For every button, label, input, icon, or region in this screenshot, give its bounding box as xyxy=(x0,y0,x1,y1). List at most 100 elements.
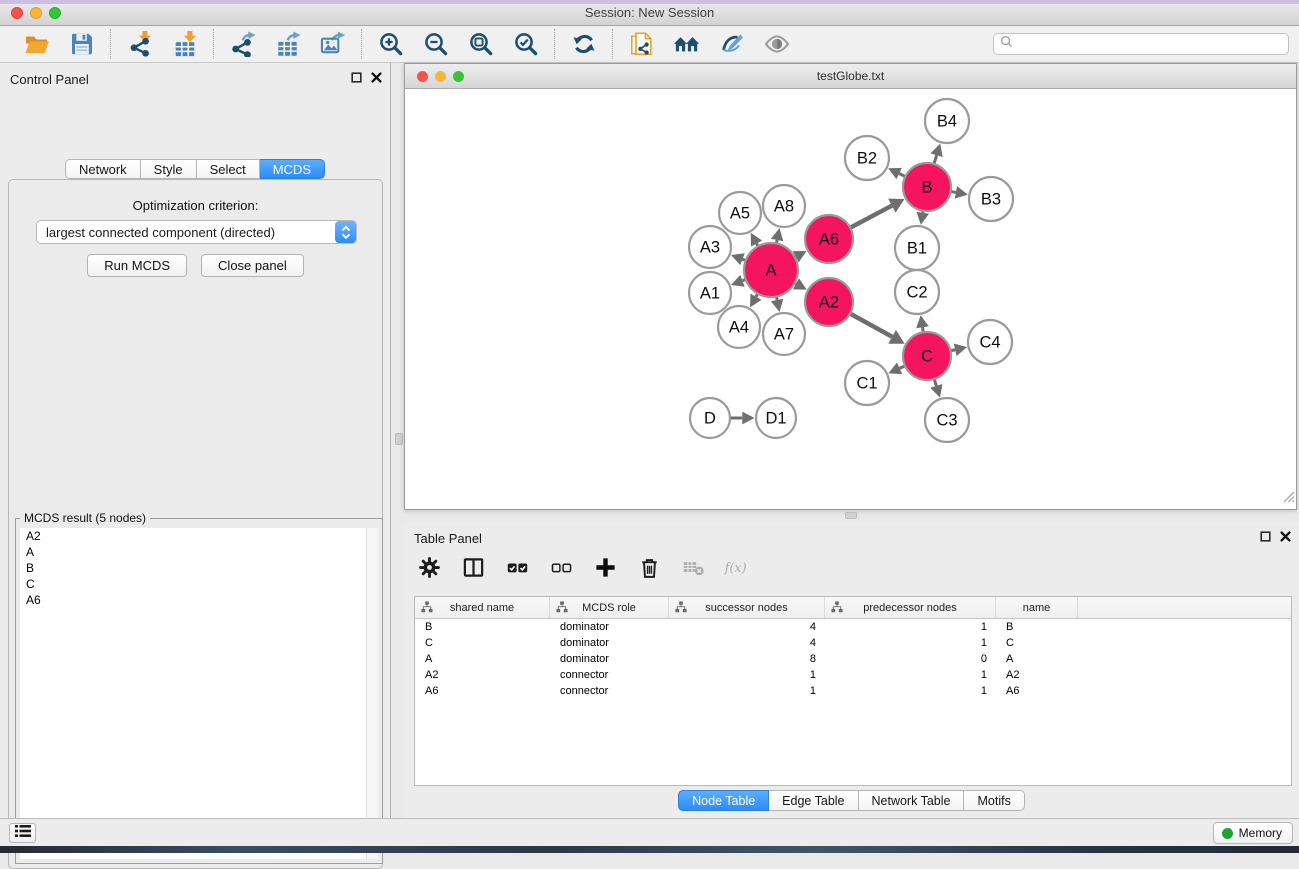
save-session-icon[interactable] xyxy=(68,31,95,58)
search-input[interactable] xyxy=(1013,36,1288,52)
column-header-filler xyxy=(1078,597,1291,618)
column-header-name[interactable]: name xyxy=(996,597,1078,618)
table-cell[interactable]: 4 xyxy=(669,621,825,633)
result-list-item[interactable]: A2 xyxy=(20,528,378,544)
memory-button[interactable]: Memory xyxy=(1213,822,1293,844)
table-row[interactable]: A6connector11A6 xyxy=(415,683,1291,699)
table-cell[interactable]: A6 xyxy=(415,685,550,697)
table-cell[interactable]: dominator xyxy=(550,637,669,649)
table-cell[interactable]: 1 xyxy=(825,669,996,681)
add-row-icon[interactable] xyxy=(592,554,619,581)
float-icon[interactable] xyxy=(351,72,362,83)
table-toolbar: f(x) xyxy=(416,549,751,585)
show-graphics-details-icon[interactable] xyxy=(763,31,790,58)
table-cell[interactable]: A xyxy=(996,653,1078,665)
zoom-in-icon[interactable] xyxy=(377,31,404,58)
table-row[interactable]: Bdominator41B xyxy=(415,619,1291,635)
table-cell[interactable]: 8 xyxy=(669,653,825,665)
table-cell[interactable]: 0 xyxy=(825,653,996,665)
tab-edge-table[interactable]: Edge Table xyxy=(769,790,858,811)
table-cell[interactable]: 1 xyxy=(669,669,825,681)
app-titlebar: Session: New Session xyxy=(0,0,1299,26)
tab-motifs[interactable]: Motifs xyxy=(964,790,1024,811)
panel-splitter-handle[interactable] xyxy=(395,433,403,445)
table-cell[interactable]: connector xyxy=(550,685,669,697)
run-mcds-button[interactable]: Run MCDS xyxy=(87,254,187,277)
table-cell[interactable]: B xyxy=(996,621,1078,633)
table-cell[interactable]: C xyxy=(996,637,1078,649)
deselect-all-icon[interactable] xyxy=(548,554,575,581)
table-cell[interactable]: B xyxy=(415,621,550,633)
table-tabs: Node TableEdge TableNetwork TableMotifs xyxy=(404,790,1299,811)
column-header-shared-name[interactable]: shared name xyxy=(415,597,550,618)
float-icon[interactable] xyxy=(1260,531,1271,542)
delete-row-icon[interactable] xyxy=(636,554,663,581)
table-splitter-handle[interactable] xyxy=(845,512,857,519)
zoom-fit-icon[interactable] xyxy=(467,31,494,58)
table-cell[interactable]: dominator xyxy=(550,653,669,665)
table-cell[interactable]: A xyxy=(415,653,550,665)
node-label: D1 xyxy=(765,410,786,428)
close-panel-button[interactable]: Close panel xyxy=(201,254,304,277)
table-row[interactable]: Adominator80A xyxy=(415,651,1291,667)
tab-network[interactable]: Network xyxy=(65,159,141,179)
open-session-icon[interactable] xyxy=(23,31,50,58)
table-cell[interactable]: A6 xyxy=(996,685,1078,697)
tree-icon xyxy=(675,601,687,616)
table-cell[interactable]: 1 xyxy=(825,685,996,697)
result-list-item[interactable]: C xyxy=(20,576,378,592)
network-window-titlebar[interactable]: testGlobe.txt xyxy=(405,64,1296,89)
result-list-scrollbar[interactable] xyxy=(366,528,378,859)
export-image-icon[interactable] xyxy=(319,31,346,58)
table-cell[interactable]: 1 xyxy=(825,621,996,633)
column-header-predecessor-nodes[interactable]: predecessor nodes xyxy=(825,597,996,618)
control-panel-title: Control Panel xyxy=(10,72,89,87)
import-network-icon[interactable] xyxy=(126,31,153,58)
export-table-icon[interactable] xyxy=(274,31,301,58)
close-icon[interactable] xyxy=(1280,531,1291,542)
import-table-icon[interactable] xyxy=(171,31,198,58)
open-network-file-icon[interactable] xyxy=(628,31,655,58)
refresh-network-icon[interactable] xyxy=(570,31,597,58)
zoom-selected-icon[interactable] xyxy=(512,31,539,58)
table-cell[interactable]: 1 xyxy=(825,637,996,649)
zoom-out-icon[interactable] xyxy=(422,31,449,58)
tab-select[interactable]: Select xyxy=(197,159,260,179)
table-cell[interactable]: dominator xyxy=(550,621,669,633)
column-header-successor-nodes[interactable]: successor nodes xyxy=(669,597,825,618)
table-cell[interactable]: 1 xyxy=(669,685,825,697)
node-label: B1 xyxy=(907,240,927,258)
table-cell[interactable]: connector xyxy=(550,669,669,681)
result-list-item[interactable]: B xyxy=(20,560,378,576)
criterion-select[interactable]: largest connected component (directed) xyxy=(36,220,357,244)
table-cell[interactable]: C xyxy=(415,637,550,649)
select-all-icon[interactable] xyxy=(504,554,531,581)
search-field[interactable] xyxy=(993,33,1289,55)
result-list-item[interactable]: A xyxy=(20,544,378,560)
home-icon[interactable] xyxy=(673,31,700,58)
result-list-item[interactable]: A6 xyxy=(20,592,378,608)
column-view-icon[interactable] xyxy=(460,554,487,581)
tab-node-table[interactable]: Node Table xyxy=(678,790,769,811)
settings-icon[interactable] xyxy=(416,554,443,581)
table-cell[interactable]: A2 xyxy=(415,669,550,681)
annotation-pen-icon[interactable] xyxy=(718,31,745,58)
column-header-label: predecessor nodes xyxy=(863,602,957,614)
table-row[interactable]: Cdominator41C xyxy=(415,635,1291,651)
tab-mcds[interactable]: MCDS xyxy=(260,159,325,179)
tab-network-table[interactable]: Network Table xyxy=(859,790,965,811)
table-cell[interactable]: A2 xyxy=(996,669,1078,681)
close-icon[interactable] xyxy=(371,72,382,83)
network-window-title: testGlobe.txt xyxy=(405,69,1296,83)
table-row[interactable]: A2connector11A2 xyxy=(415,667,1291,683)
table-panel: Table Panel f(x) shared nameMCDS rolesuc… xyxy=(404,522,1299,818)
mcds-result-list[interactable]: A2ABCA6 xyxy=(20,528,378,859)
tab-style[interactable]: Style xyxy=(141,159,197,179)
table-cell[interactable]: 4 xyxy=(669,637,825,649)
task-list-icon xyxy=(15,824,31,843)
task-history-button[interactable] xyxy=(9,823,36,843)
export-network-icon[interactable] xyxy=(229,31,256,58)
resize-grip-icon[interactable] xyxy=(1282,490,1295,508)
network-canvas[interactable]: B4B2BB3A8A5A6A3B1AA1C2A2A4A7C4CC1DD1C3 xyxy=(405,89,1296,509)
column-header-MCDS-role[interactable]: MCDS role xyxy=(550,597,669,618)
